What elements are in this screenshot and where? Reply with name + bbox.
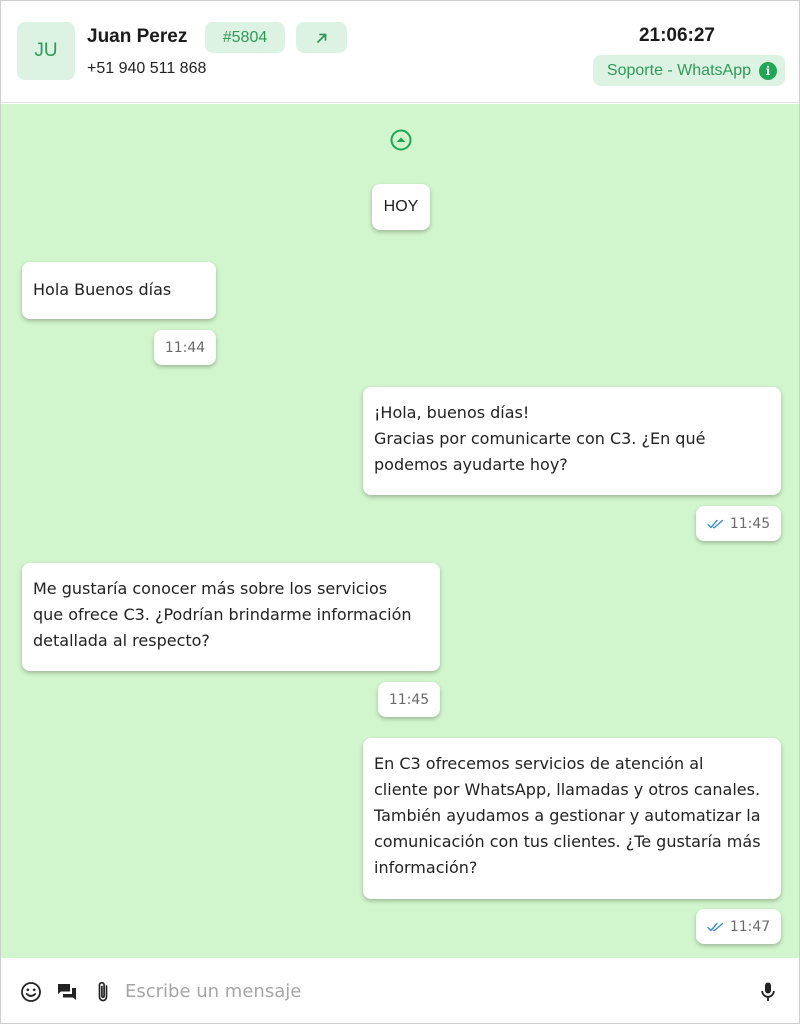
- attach-button[interactable]: [91, 980, 115, 1004]
- channel-label: Soporte - WhatsApp: [606, 61, 751, 79]
- message-list[interactable]: HOY Hola Buenos días 11:44 ¡Hola, buenos…: [1, 104, 799, 958]
- timestamp-text: 11:45: [388, 691, 430, 708]
- message-text: información?: [374, 858, 478, 877]
- chat-window: JU Juan Perez #5804 +51 940 511 868 21:0…: [0, 0, 800, 1024]
- emoji-button[interactable]: [19, 980, 43, 1004]
- message-text: podemos ayudarte hoy?: [374, 455, 568, 474]
- message-text: cliente por WhatsApp, llamadas y otros c…: [374, 780, 761, 799]
- contact-phone: +51 940 511 868: [87, 60, 207, 77]
- timestamp-text: 11:45: [729, 515, 771, 532]
- timestamp-text: 11:44: [164, 339, 206, 356]
- message-text: Me gustaría conocer más sobre los servic…: [33, 579, 388, 598]
- message-text: detallada al respecto?: [33, 631, 210, 650]
- session-clock: 21:06:27: [638, 25, 715, 46]
- paperclip-icon: [98, 981, 108, 1002]
- chevron-up-circle-icon[interactable]: [389, 128, 413, 152]
- message-timestamp: 11:47: [696, 909, 781, 944]
- message-bubble-outgoing: En C3 ofrecemos servicios de atención al…: [363, 738, 781, 899]
- message-bubble-incoming: Me gustaría conocer más sobre los servic…: [22, 563, 440, 671]
- quick-replies-button[interactable]: [55, 980, 79, 1004]
- message-text: comunicación con tus clientes. ¿Te gusta…: [374, 832, 761, 851]
- double-check-icon: [707, 922, 724, 931]
- message-timestamp: 11:44: [154, 330, 216, 365]
- emoji-icon: [21, 982, 41, 1002]
- message-text: Gracias por comunicarte con C3. ¿En qué: [374, 429, 706, 448]
- message-timestamp: 11:45: [696, 506, 781, 541]
- timestamp-text: 11:47: [729, 918, 771, 935]
- microphone-icon: [761, 982, 775, 1001]
- open-ticket-button[interactable]: [296, 22, 347, 53]
- message-text: ¡Hola, buenos días!: [374, 403, 530, 422]
- message-input[interactable]: [125, 976, 725, 1006]
- message-text: que ofrece C3. ¿Podrían brindarme inform…: [33, 605, 412, 624]
- message-text: También ayudamos a gestionar y automatiz…: [374, 806, 761, 825]
- message-bubble-incoming: Hola Buenos días: [22, 262, 216, 319]
- message-bubble-outgoing: ¡Hola, buenos días! Gracias por comunica…: [363, 387, 781, 495]
- contact-name: Juan Perez: [87, 26, 188, 47]
- message-composer: [1, 958, 799, 1023]
- message-timestamp: 11:45: [378, 682, 440, 717]
- chat-header: JU Juan Perez #5804 +51 940 511 868 21:0…: [1, 1, 799, 103]
- arrow-up-right-icon: [316, 33, 326, 43]
- message-text: Hola Buenos días: [33, 280, 172, 299]
- voice-note-button[interactable]: [756, 980, 780, 1004]
- avatar: JU: [17, 22, 75, 80]
- date-divider: HOY: [372, 184, 430, 230]
- double-check-icon: [707, 519, 724, 528]
- chat-bubbles-icon: [58, 984, 76, 1000]
- channel-badge[interactable]: Soporte - WhatsApp i: [592, 55, 785, 86]
- ticket-badge[interactable]: #5804: [205, 22, 285, 53]
- message-text: En C3 ofrecemos servicios de atención al: [374, 754, 704, 773]
- info-icon[interactable]: i: [759, 61, 777, 80]
